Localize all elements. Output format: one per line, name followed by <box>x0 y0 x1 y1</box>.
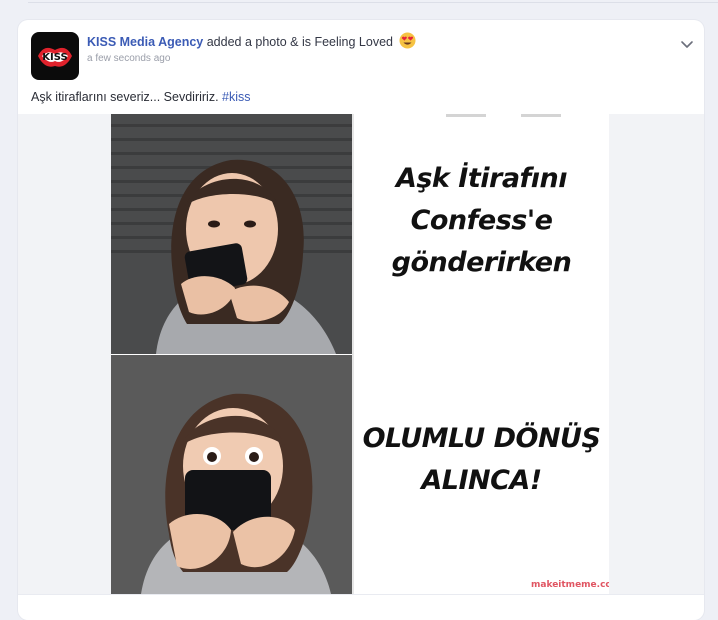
post-card: KISS KISS Media Agency added a photo & i… <box>18 20 704 620</box>
meme-panel-top <box>111 114 352 354</box>
meme-watermark: makeitmeme.com <box>531 580 609 590</box>
avatar-logo-text: KISS <box>42 52 67 63</box>
meme-panel-bottom <box>111 355 352 594</box>
post-caption: Aşk itiraflarını severiz... Sevdiririz. … <box>31 90 251 104</box>
meme-top-text: Aşk İtirafını Confess'e gönderirken <box>391 163 572 279</box>
author-link[interactable]: KISS Media Agency <box>87 35 203 49</box>
meme-bottom-text: OLUMLU DÖNÜŞ ALINCA! <box>362 423 601 497</box>
chevron-down-icon[interactable] <box>679 36 695 52</box>
card-footer-divider <box>18 594 704 595</box>
post-timestamp[interactable]: a few seconds ago <box>87 53 170 64</box>
post-action-text: added a photo & is Feeling Loved <box>206 35 393 49</box>
caption-text: Aşk itiraflarını severiz... Sevdiririz. <box>31 90 219 104</box>
heart-eyes-emoji-icon <box>399 32 416 49</box>
post-header: KISS Media Agency added a photo & is Fee… <box>87 32 416 49</box>
feed-divider <box>28 2 718 3</box>
post-photo[interactable]: Aşk İtirafını Confess'e gönderirken OLUM… <box>111 114 609 594</box>
kiss-logo-icon: KISS <box>38 47 72 67</box>
hashtag-link[interactable]: #kiss <box>222 90 250 104</box>
avatar[interactable]: KISS <box>31 32 79 80</box>
post-media: Aşk İtirafını Confess'e gönderirken OLUM… <box>18 114 704 594</box>
